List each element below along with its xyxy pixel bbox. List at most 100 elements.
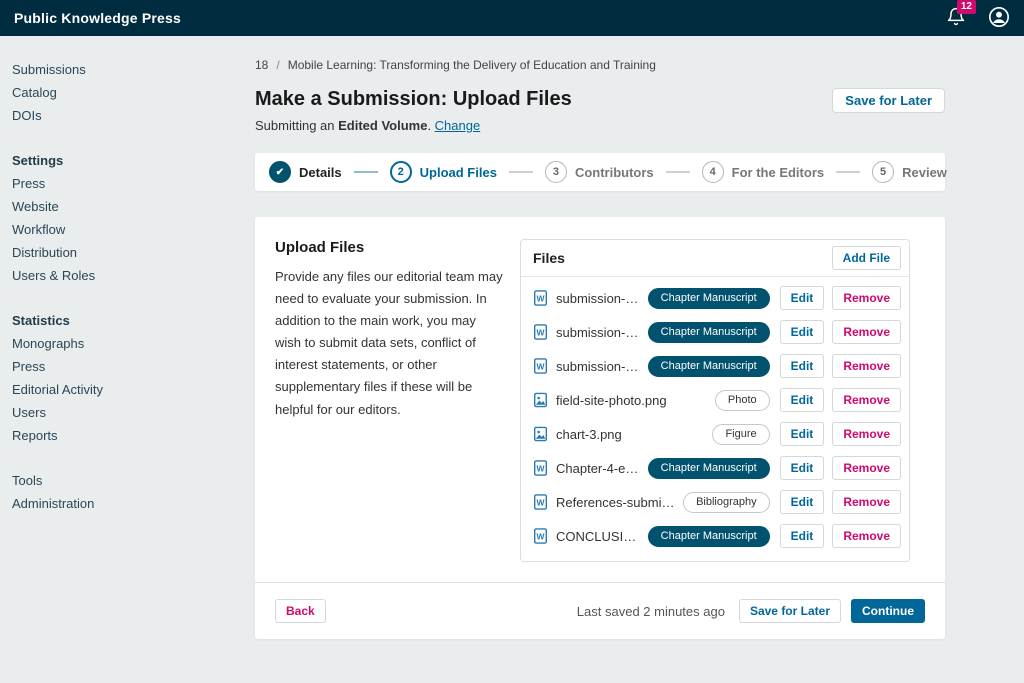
change-type-link[interactable]: Change	[435, 118, 481, 133]
svg-text:W: W	[537, 361, 545, 371]
edit-file-button[interactable]: Edit	[780, 388, 825, 412]
upload-description-column: Upload Files Provide any files our edito…	[275, 239, 505, 562]
submission-type-line: Submitting an Edited Volume. Change	[255, 118, 832, 133]
last-saved-status: Last saved 2 minutes ago	[577, 604, 725, 619]
files-panel-header: Files Add File	[521, 240, 909, 277]
file-name: submission-chapter-3-FINAL .docx	[556, 291, 640, 306]
breadcrumb: 18 / Mobile Learning: Transforming the D…	[255, 58, 945, 72]
sidebar-item-submissions[interactable]: Submissions	[12, 58, 243, 81]
sidebar-section-settings: Settings	[12, 149, 243, 172]
breadcrumb-submission-title: Mobile Learning: Transforming the Delive…	[288, 58, 656, 72]
step-connector	[354, 171, 378, 173]
subtitle-prefix: Submitting an	[255, 118, 338, 133]
sidebar-item-website[interactable]: Website	[12, 195, 243, 218]
file-name: CONCLUSION.docx	[556, 529, 640, 544]
svg-text:W: W	[537, 497, 545, 507]
genre-badge: Chapter Manuscript	[648, 322, 770, 343]
edit-file-button[interactable]: Edit	[780, 422, 825, 446]
remove-file-button[interactable]: Remove	[832, 524, 901, 548]
step-review[interactable]: 5Review	[872, 161, 947, 183]
top-bar: Public Knowledge Press 12	[0, 0, 1024, 36]
upload-files-description: Provide any files our editorial team may…	[275, 266, 505, 421]
word-document-icon: W	[533, 528, 548, 544]
remove-file-button[interactable]: Remove	[832, 490, 901, 514]
save-for-later-button-bottom[interactable]: Save for Later	[739, 599, 841, 623]
file-row: WChapter-4-edited-v4.docxChapter Manuscr…	[529, 451, 901, 485]
edit-file-button[interactable]: Edit	[780, 456, 825, 480]
genre-badge: Chapter Manuscript	[648, 288, 770, 309]
file-name: submission-chapter-2-v2.docx	[556, 325, 640, 340]
file-name: chart-3.png	[556, 427, 704, 442]
stepper: ✔Details 2Upload Files 3 Contributors 4For t…	[255, 153, 945, 191]
user-menu-button[interactable]	[988, 6, 1010, 31]
edit-file-button[interactable]: Edit	[780, 490, 825, 514]
main-content: 18 / Mobile Learning: Transforming the D…	[255, 36, 945, 639]
sidebar-item-administration[interactable]: Administration	[12, 492, 243, 515]
remove-file-button[interactable]: Remove	[832, 354, 901, 378]
file-row: Wsubmission-chapter-1-final-version...Ch…	[529, 349, 901, 383]
genre-badge: Chapter Manuscript	[648, 526, 770, 547]
genre-badge: Bibliography	[683, 492, 770, 513]
files-panel-title: Files	[533, 250, 565, 266]
step-check-icon: ✔	[269, 161, 291, 183]
file-name: submission-chapter-1-final-version...	[556, 359, 640, 374]
sidebar-item-press[interactable]: Press	[12, 172, 243, 195]
file-row: chart-3.png Figure Edit Remove	[529, 417, 901, 451]
sidebar-item-workflow[interactable]: Workflow	[12, 218, 243, 241]
remove-file-button[interactable]: Remove	[832, 456, 901, 480]
sidebar-item-monographs[interactable]: Monographs	[12, 332, 243, 355]
user-avatar-icon	[988, 6, 1010, 31]
remove-file-button[interactable]: Remove	[832, 388, 901, 412]
page-header: Make a Submission: Upload Files Submitti…	[255, 88, 945, 133]
sidebar-item-users-roles[interactable]: Users & Roles	[12, 264, 243, 287]
breadcrumb-submission-id[interactable]: 18	[255, 58, 268, 72]
sidebar-item-users[interactable]: Users	[12, 401, 243, 424]
sidebar-item-distribution[interactable]: Distribution	[12, 241, 243, 264]
sidebar-item-dois[interactable]: DOIs	[12, 104, 243, 127]
file-row: Wsubmission-chapter-2-v2.docxChapter Man…	[529, 315, 901, 349]
remove-file-button[interactable]: Remove	[832, 422, 901, 446]
wizard-footer: Back Last saved 2 minutes ago Save for L…	[255, 582, 945, 639]
genre-badge: Figure	[712, 424, 769, 445]
sidebar: SubmissionsCatalogDOIsSettingsPressWebsi…	[0, 36, 255, 559]
edit-file-button[interactable]: Edit	[780, 524, 825, 548]
step-upload-files[interactable]: 2Upload Files	[390, 161, 497, 183]
upload-files-card: Upload Files Provide any files our edito…	[255, 217, 945, 639]
submission-type: Edited Volume	[338, 118, 427, 133]
step-for-the-editors[interactable]: 4For the Editors	[702, 161, 824, 183]
file-row: Wsubmission-chapter-3-FINAL .docx Chapter…	[529, 281, 901, 315]
add-file-button[interactable]: Add File	[832, 246, 901, 270]
back-button[interactable]: Back	[275, 599, 326, 623]
sidebar-item-tools[interactable]: Tools	[12, 469, 243, 492]
notifications-button[interactable]: 12	[946, 7, 966, 30]
remove-file-button[interactable]: Remove	[832, 286, 901, 310]
step-label: Contributors	[575, 165, 654, 180]
step-details[interactable]: ✔Details	[269, 161, 342, 183]
edit-file-button[interactable]: Edit	[780, 354, 825, 378]
continue-button[interactable]: Continue	[851, 599, 925, 623]
edit-file-button[interactable]: Edit	[780, 320, 825, 344]
step-number: 2	[390, 161, 412, 183]
file-row: WReferences-submission-final.docxBibliog…	[529, 485, 901, 519]
sidebar-item-catalog[interactable]: Catalog	[12, 81, 243, 104]
app-title: Public Knowledge Press	[14, 10, 181, 26]
svg-text:W: W	[537, 293, 545, 303]
sidebar-item-press[interactable]: Press	[12, 355, 243, 378]
step-number: 3	[545, 161, 567, 183]
edit-file-button[interactable]: Edit	[780, 286, 825, 310]
word-document-icon: W	[533, 460, 548, 476]
save-for-later-button-top[interactable]: Save for Later	[832, 88, 945, 113]
file-row: field-site-photo.png Photo Edit Remove	[529, 383, 901, 417]
breadcrumb-separator: /	[276, 58, 279, 72]
remove-file-button[interactable]: Remove	[832, 320, 901, 344]
genre-badge: Photo	[715, 390, 770, 411]
file-list: Wsubmission-chapter-3-FINAL .docx Chapter…	[521, 277, 909, 561]
sidebar-item-editorial-activity[interactable]: Editorial Activity	[12, 378, 243, 401]
step-connector	[666, 171, 690, 173]
file-name: field-site-photo.png	[556, 393, 707, 408]
page-title: Make a Submission: Upload Files	[255, 88, 832, 111]
step-label: For the Editors	[732, 165, 824, 180]
step-number: 5	[872, 161, 894, 183]
sidebar-item-reports[interactable]: Reports	[12, 424, 243, 447]
step-contributors[interactable]: 3 Contributors	[545, 161, 654, 183]
